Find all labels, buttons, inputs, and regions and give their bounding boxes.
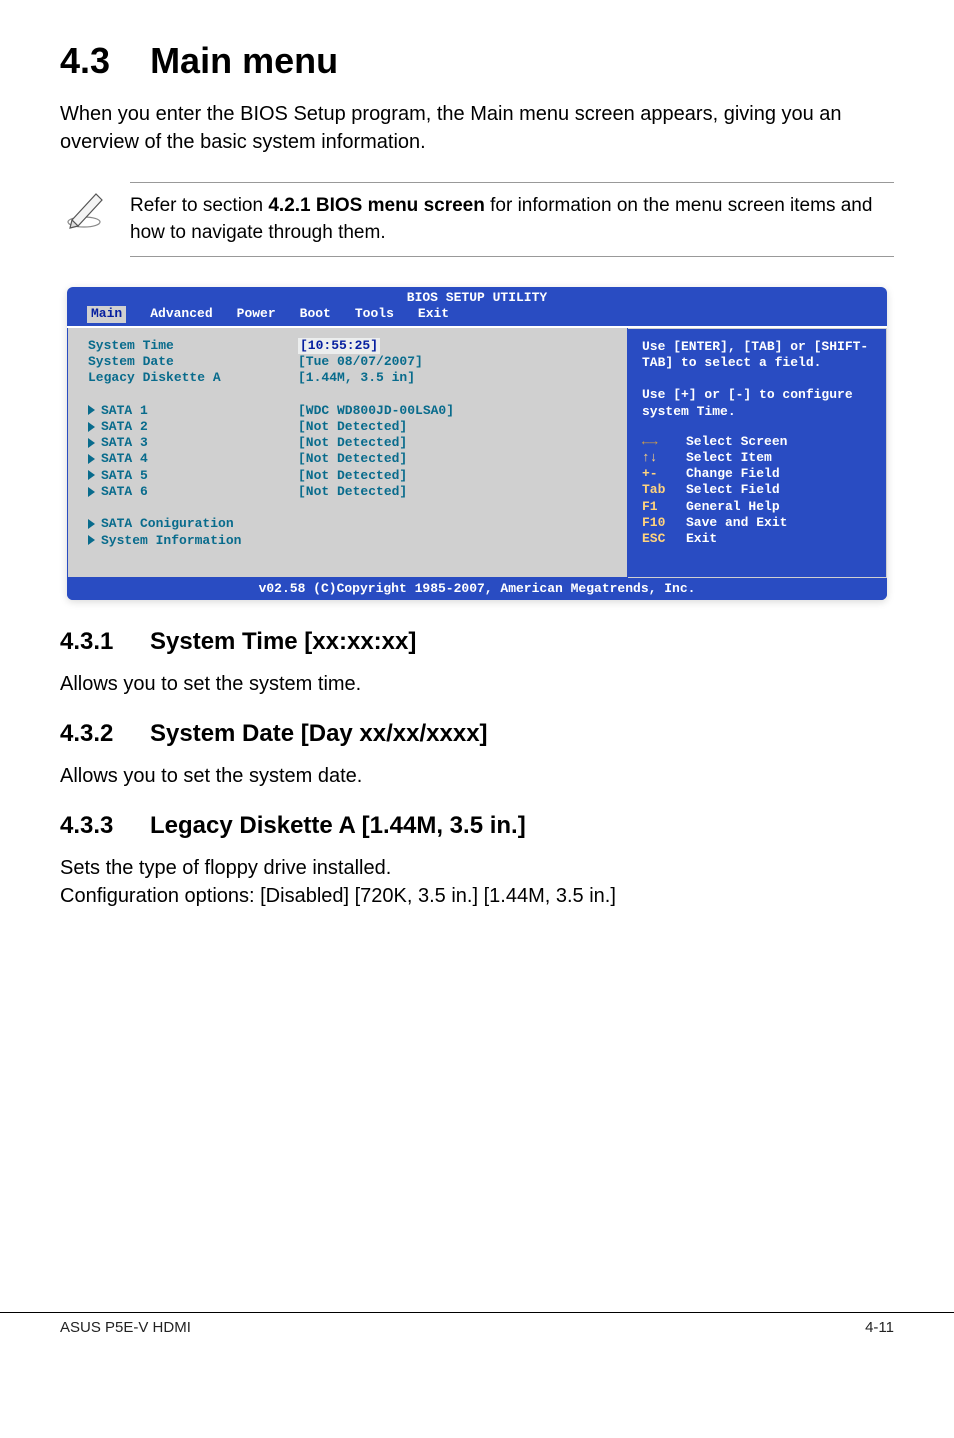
submenu-arrow-icon	[88, 470, 95, 480]
submenu-arrow-icon	[88, 438, 95, 448]
help-key: ↑↓	[642, 450, 678, 466]
tab-advanced[interactable]: Advanced	[150, 306, 212, 322]
intro-paragraph: When you enter the BIOS Setup program, t…	[60, 100, 894, 156]
help-key: ←→	[642, 434, 678, 450]
help-key: F1	[642, 499, 678, 515]
tab-main[interactable]: Main	[87, 306, 126, 322]
bios-row[interactable]: SATA 6[Not Detected]	[88, 484, 607, 500]
bios-row[interactable]: System Time[10:55:25]	[88, 338, 607, 354]
subsection-heading: 4.3.3Legacy Diskette A [1.44M, 3.5 in.]	[60, 812, 894, 840]
page-heading: 4.3 Main menu	[60, 40, 894, 82]
subsection-heading: 4.3.2System Date [Day xx/xx/xxxx]	[60, 720, 894, 748]
bios-row[interactable]: SATA Coniguration	[88, 516, 607, 532]
submenu-arrow-icon	[88, 519, 95, 529]
bios-row[interactable]: Legacy Diskette A[1.44M, 3.5 in]	[88, 370, 607, 386]
subsection-text: Allows you to set the system date.	[60, 762, 894, 790]
help-key: Tab	[642, 482, 678, 498]
submenu-arrow-icon	[88, 454, 95, 464]
bios-key-legend: ←→Select Screen↑↓Select Item+-Change Fie…	[642, 434, 872, 548]
bios-footer: v02.58 (C)Copyright 1985-2007, American …	[67, 578, 887, 600]
bios-row[interactable]: System Information	[88, 533, 607, 549]
submenu-arrow-icon	[88, 535, 95, 545]
footer-left: ASUS P5E-V HDMI	[60, 1319, 191, 1336]
section-number: 4.3	[60, 40, 110, 81]
bios-context-help: Use [ENTER], [TAB] or [SHIFT-TAB] to sel…	[642, 339, 872, 434]
page-footer: ASUS P5E-V HDMI 4-11	[0, 1312, 954, 1336]
footer-right: 4-11	[865, 1319, 894, 1336]
bios-row[interactable]: SATA 2[Not Detected]	[88, 419, 607, 435]
help-key: F10	[642, 515, 678, 531]
subsection-heading: 4.3.1System Time [xx:xx:xx]	[60, 628, 894, 656]
tab-boot[interactable]: Boot	[300, 306, 331, 322]
bios-row[interactable]: System Date[Tue 08/07/2007]	[88, 354, 607, 370]
bios-row[interactable]: SATA 4[Not Detected]	[88, 451, 607, 467]
subsection-text: Allows you to set the system time.	[60, 670, 894, 698]
bios-window: BIOS SETUP UTILITY Main Advanced Power Boot…	[67, 287, 887, 600]
submenu-arrow-icon	[88, 422, 95, 432]
bios-row[interactable]: SATA 3[Not Detected]	[88, 435, 607, 451]
help-key: +-	[642, 466, 678, 482]
submenu-arrow-icon	[88, 487, 95, 497]
section-title-text: Main menu	[150, 40, 338, 81]
submenu-arrow-icon	[88, 405, 95, 415]
bios-row[interactable]: SATA 1[WDC WD800JD-00LSA0]	[88, 403, 607, 419]
bios-row[interactable]: SATA 5[Not Detected]	[88, 468, 607, 484]
subsection-text: Sets the type of floppy drive installed.…	[60, 854, 894, 910]
pencil-icon	[60, 182, 108, 230]
note-callout: Refer to section 4.2.1 BIOS menu screen …	[60, 178, 894, 261]
tab-power[interactable]: Power	[237, 306, 276, 322]
help-key: ESC	[642, 531, 678, 547]
note-text: Refer to section 4.2.1 BIOS menu screen …	[130, 182, 894, 257]
tab-exit[interactable]: Exit	[418, 306, 449, 322]
tab-tools[interactable]: Tools	[355, 306, 394, 322]
bios-utility-title: BIOS SETUP UTILITY	[67, 287, 887, 306]
